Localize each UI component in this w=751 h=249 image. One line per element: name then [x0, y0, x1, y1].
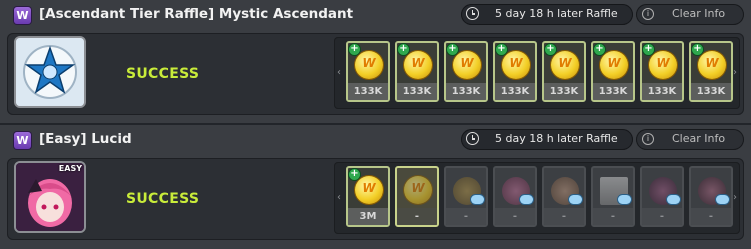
raffle-timer-text: 5 day 18 h later Raffle — [495, 7, 618, 20]
cloud-icon — [520, 195, 533, 204]
raffle-panel-mystic-ascendant: W [Ascendant Tier Raffle] Mystic Ascenda… — [0, 0, 751, 125]
meso-coin-icon: W — [649, 51, 677, 79]
reward-strip: ‹ › W + 133K W + 133K W + 133K W + 133K — [334, 37, 740, 109]
clock-icon — [466, 132, 479, 145]
info-circle-icon: i — [642, 133, 654, 145]
slot-price: - — [691, 208, 731, 225]
cloud-icon — [716, 195, 729, 204]
reward-slot-locked[interactable]: - — [689, 166, 733, 227]
plus-icon: + — [349, 168, 360, 180]
scroll-left-icon[interactable]: ‹ — [335, 63, 343, 83]
plus-icon: + — [594, 43, 605, 55]
plus-icon: + — [398, 43, 409, 55]
reward-slot[interactable]: W + 133K — [689, 41, 733, 102]
scroll-left-icon[interactable]: ‹ — [335, 188, 343, 208]
reward-slot[interactable]: W + 133K — [444, 41, 488, 102]
slot-price: 133K — [544, 83, 584, 100]
slot-price: - — [544, 208, 584, 225]
meso-coin-icon: W — [453, 51, 481, 79]
w-tag-icon: W — [14, 132, 31, 149]
slot-price: - — [495, 208, 535, 225]
slot-price: 133K — [446, 83, 486, 100]
panel-body: EASY SUCCESS ‹ › W + 3M W - - - - - - - — [7, 158, 744, 240]
boss-portrait[interactable] — [14, 36, 86, 108]
meso-coin-icon: W — [355, 176, 383, 204]
slot-price: 133K — [642, 83, 682, 100]
reward-slot[interactable]: W + 3M — [346, 166, 390, 227]
w-tag-icon: W — [14, 7, 31, 24]
slot-price: 133K — [397, 83, 437, 100]
difficulty-badge: EASY — [58, 164, 82, 173]
lucid-portrait-icon — [16, 163, 84, 231]
slot-price: 133K — [593, 83, 633, 100]
reward-slot-locked[interactable]: - — [640, 166, 684, 227]
reward-slot-locked[interactable]: - — [591, 166, 635, 227]
slot-price: 133K — [691, 83, 731, 100]
cloud-icon — [618, 195, 631, 204]
raffle-status: SUCCESS — [126, 191, 200, 207]
reward-slot-locked[interactable]: - — [542, 166, 586, 227]
slot-price: - — [593, 208, 633, 225]
cloud-icon — [471, 195, 484, 204]
meso-coin-icon: W — [404, 51, 432, 79]
panel-title: [Easy] Lucid — [39, 131, 132, 147]
reward-slot-locked[interactable]: - — [444, 166, 488, 227]
cloud-icon — [569, 195, 582, 204]
plus-icon: + — [545, 43, 556, 55]
slot-price: - — [642, 208, 682, 225]
clear-info-button[interactable]: i Clear Info — [636, 129, 744, 150]
clear-info-label: Clear Info — [672, 7, 726, 20]
raffle-status: SUCCESS — [126, 66, 200, 82]
reward-slot[interactable]: W + 133K — [346, 41, 390, 102]
reward-slot[interactable]: W + 133K — [542, 41, 586, 102]
reward-slot-selected[interactable]: W - — [395, 166, 439, 227]
slot-price: - — [446, 208, 486, 225]
info-circle-icon: i — [642, 8, 654, 20]
reward-slot[interactable]: W + 133K — [591, 41, 635, 102]
reward-slot-locked[interactable]: - — [493, 166, 537, 227]
panel-header: W [Easy] Lucid 5 day 18 h later Raffle i… — [0, 125, 751, 155]
cloud-icon — [667, 195, 680, 204]
plus-icon: + — [447, 43, 458, 55]
plus-icon: + — [496, 43, 507, 55]
clear-info-button[interactable]: i Clear Info — [636, 4, 744, 25]
meso-coin-icon: W — [502, 51, 530, 79]
clear-info-label: Clear Info — [672, 132, 726, 145]
reward-slot[interactable]: W + 133K — [640, 41, 684, 102]
raffle-timer: 5 day 18 h later Raffle — [461, 129, 633, 150]
reward-strip: ‹ › W + 3M W - - - - - - - — [334, 162, 740, 234]
plus-icon: + — [692, 43, 703, 55]
meso-coin-icon: W — [355, 51, 383, 79]
panel-title: [Ascendant Tier Raffle] Mystic Ascendant — [39, 6, 354, 22]
panel-header: W [Ascendant Tier Raffle] Mystic Ascenda… — [0, 0, 751, 30]
reward-slot[interactable]: W + 133K — [395, 41, 439, 102]
panel-body: SUCCESS ‹ › W + 133K W + 133K W + 133K W… — [7, 33, 744, 115]
meso-coin-icon: W — [600, 51, 628, 79]
plus-icon: + — [349, 43, 360, 55]
slot-price: 133K — [495, 83, 535, 100]
raffle-timer: 5 day 18 h later Raffle — [461, 4, 633, 25]
slot-price: 3M — [348, 208, 388, 225]
raffle-timer-text: 5 day 18 h later Raffle — [495, 132, 618, 145]
reward-slot[interactable]: W + 133K — [493, 41, 537, 102]
clock-icon — [466, 7, 479, 20]
slot-price: - — [397, 208, 437, 225]
meso-coin-icon: W — [698, 51, 726, 79]
boss-portrait[interactable]: EASY — [14, 161, 86, 233]
mystic-ascendant-emblem-icon — [16, 38, 84, 106]
slot-price: 133K — [348, 83, 388, 100]
raffle-panel-easy-lucid: W [Easy] Lucid 5 day 18 h later Raffle i… — [0, 125, 751, 249]
meso-coin-icon: W — [551, 51, 579, 79]
plus-icon: + — [643, 43, 654, 55]
meso-coin-icon: W — [404, 176, 432, 204]
